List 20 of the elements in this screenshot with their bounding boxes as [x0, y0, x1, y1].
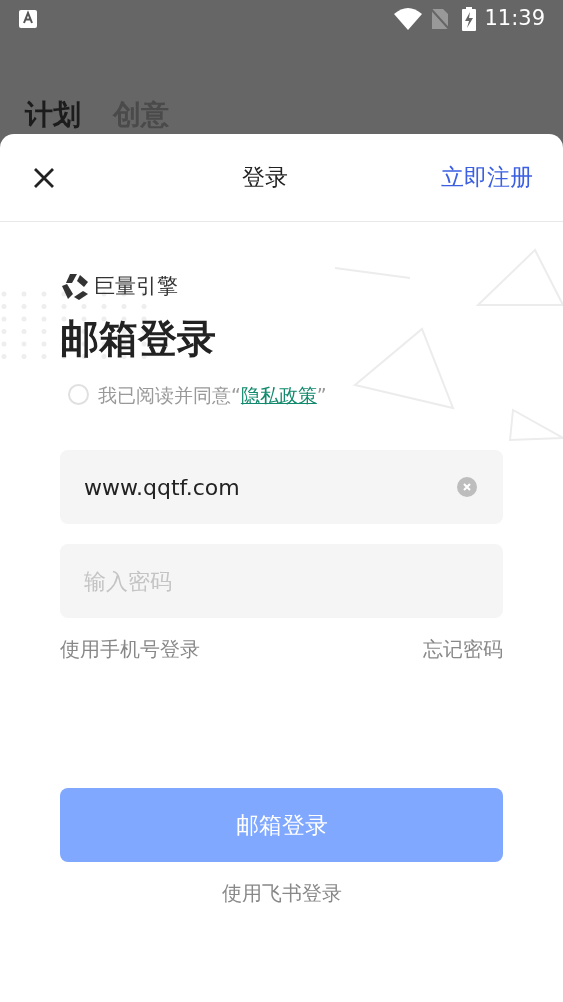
battery-charging-icon [462, 7, 477, 31]
no-sim-icon [430, 8, 451, 30]
clear-icon[interactable] [457, 477, 477, 497]
tab[interactable]: 计划 [25, 98, 81, 132]
page-heading: 邮箱登录 [60, 314, 217, 363]
sheet-title: 登录 [241, 163, 288, 193]
feishu-login-link[interactable]: 使用飞书登录 [221, 878, 342, 908]
logo-icon [60, 271, 90, 302]
wifi-icon [394, 8, 423, 30]
close-icon [33, 166, 55, 189]
phone-login-link[interactable]: 使用手机号登录 [60, 634, 200, 664]
email-field[interactable]: www.qqtf.com [60, 450, 503, 524]
privacy-policy-link[interactable]: 隐私政策 [240, 383, 317, 406]
register-link[interactable]: 立即注册 [441, 160, 533, 195]
brand-name: 巨量引擎 [94, 273, 178, 300]
keyboard-icon [18, 9, 38, 29]
agreement-checkbox[interactable] [68, 384, 89, 406]
status-time: 11:39 [484, 5, 545, 33]
agreement-text: 我已阅读并同意“隐私政策” [98, 382, 327, 408]
forgot-password-link[interactable]: 忘记密码 [423, 634, 503, 664]
